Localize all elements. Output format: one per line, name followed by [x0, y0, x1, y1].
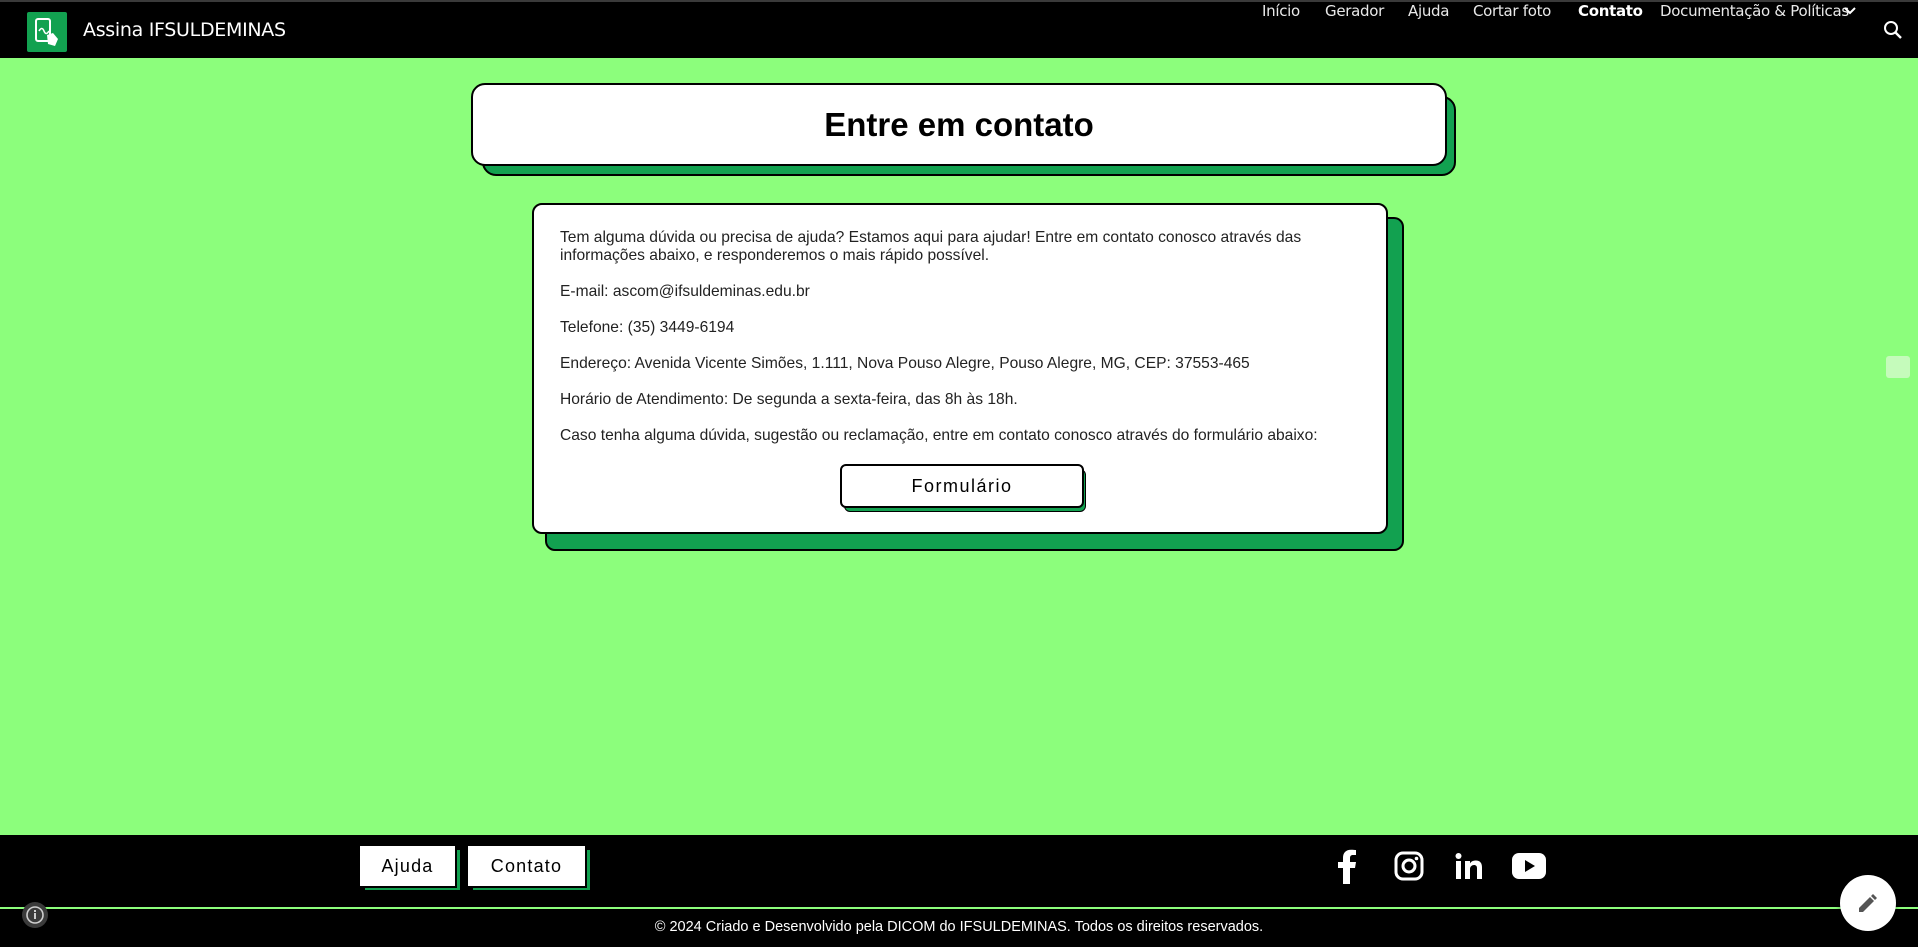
- nav-item-contato[interactable]: Contato: [1578, 2, 1643, 20]
- tablet-signature-icon: [35, 18, 58, 46]
- chevron-down-icon: [1844, 7, 1856, 15]
- nav-item-inicio[interactable]: Início: [1262, 2, 1300, 20]
- form-note-text: Caso tenha alguma dúvida, sugestão ou re…: [560, 427, 1318, 444]
- footer-divider: [0, 907, 1918, 909]
- intro-text: Tem alguma dúvida ou precisa de ajuda? E…: [560, 229, 1302, 264]
- youtube-icon[interactable]: [1512, 853, 1546, 879]
- email-text: E-mail: ascom@ifsuldeminas.edu.br: [560, 283, 810, 300]
- page-title: Entre em contato: [824, 105, 1094, 143]
- nav-item-documentacao-label: Documentação & Políticas: [1660, 2, 1849, 20]
- nav-item-ajuda[interactable]: Ajuda: [1408, 2, 1449, 20]
- form-button[interactable]: Formulário: [840, 464, 1084, 508]
- pencil-icon: [1859, 894, 1877, 912]
- site-logo[interactable]: [27, 12, 67, 52]
- footer-contact-button[interactable]: Contato: [466, 844, 587, 888]
- heading-card: Entre em contato: [471, 83, 1447, 166]
- side-widget-icon[interactable]: [1886, 356, 1910, 378]
- linkedin-icon[interactable]: [1455, 853, 1483, 879]
- copyright-text: © 2024 Criado e Desenvolvido pela DICOM …: [654, 919, 1264, 935]
- phone-text: Telefone: (35) 3449-6194: [560, 319, 735, 336]
- site-title[interactable]: Assina IFSULDEMINAS: [83, 19, 286, 41]
- hours-text: Horário de Atendimento: De segunda a sex…: [560, 391, 1018, 408]
- contact-info-card: Tem alguma dúvida ou precisa de ajuda? E…: [532, 203, 1388, 534]
- footer-help-button[interactable]: Ajuda: [358, 844, 457, 888]
- top-nav-bar: Assina IFSULDEMINAS Início Gerador Ajuda…: [0, 0, 1918, 58]
- search-icon[interactable]: [1883, 20, 1903, 40]
- facebook-icon[interactable]: [1335, 848, 1359, 884]
- info-icon[interactable]: [22, 902, 48, 928]
- nav-item-documentacao-politicas[interactable]: Documentação & Políticas: [1660, 2, 1856, 20]
- instagram-icon[interactable]: [1394, 851, 1424, 881]
- nav-item-cortar-foto[interactable]: Cortar foto: [1473, 2, 1551, 20]
- edit-button[interactable]: [1840, 875, 1896, 931]
- address-text: Endereço: Avenida Vicente Simões, 1.111,…: [560, 355, 1250, 372]
- nav-item-gerador[interactable]: Gerador: [1325, 2, 1384, 20]
